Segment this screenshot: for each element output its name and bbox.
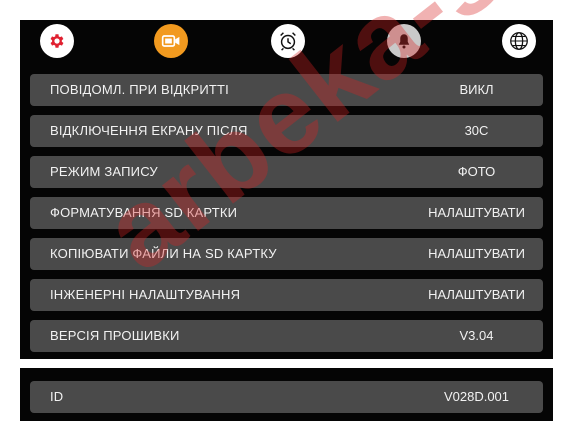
setting-row-record-mode[interactable]: РЕЖИМ ЗАПИСУ ФОТО: [30, 156, 543, 188]
settings-list: ПОВІДОМЛ. ПРИ ВІДКРИТТІ ВИКЛ ВІДКЛЮЧЕННЯ…: [30, 74, 543, 361]
setting-row-firmware-version: ВЕРСІЯ ПРОШИВКИ V3.04: [30, 320, 543, 352]
device-id-row: ID V028D.001: [30, 381, 543, 413]
tab-alarm[interactable]: [271, 24, 305, 58]
setting-value: V3.04: [459, 328, 494, 343]
device-id-label: ID: [50, 389, 64, 404]
tab-settings[interactable]: [40, 24, 74, 58]
setting-row-engineering[interactable]: ІНЖЕНЕРНІ НАЛАШТУВАННЯ НАЛАШТУВАТИ: [30, 279, 543, 311]
setting-label: ВІДКЛЮЧЕННЯ ЕКРАНУ ПІСЛЯ: [50, 123, 248, 138]
device-id-value: V028D.001: [443, 389, 510, 404]
setting-value: ВИКЛ: [459, 82, 494, 97]
setting-value: НАЛАШТУВАТИ: [428, 287, 525, 302]
tab-bell[interactable]: [387, 24, 421, 58]
settings-panel: ПОВІДОМЛ. ПРИ ВІДКРИТТІ ВИКЛ ВІДКЛЮЧЕННЯ…: [20, 20, 553, 359]
setting-value: НАЛАШТУВАТИ: [428, 246, 525, 261]
setting-label: ВЕРСІЯ ПРОШИВКИ: [50, 328, 180, 343]
globe-icon: [510, 32, 528, 50]
setting-label: ІНЖЕНЕРНІ НАЛАШТУВАННЯ: [50, 287, 241, 302]
setting-row-format-sd[interactable]: ФОРМАТУВАННЯ SD КАРТКИ НАЛАШТУВАТИ: [30, 197, 543, 229]
alarm-clock-icon: [280, 32, 296, 51]
setting-label: ФОРМАТУВАННЯ SD КАРТКИ: [50, 205, 238, 220]
setting-label: ПОВІДОМЛ. ПРИ ВІДКРИТТІ: [50, 82, 229, 97]
setting-row-open-notification[interactable]: ПОВІДОМЛ. ПРИ ВІДКРИТТІ ВИКЛ: [30, 74, 543, 106]
setting-label: КОПІЮВАТИ ФАЙЛИ НА SD КАРТКУ: [50, 246, 277, 261]
tab-bar: [20, 20, 553, 65]
setting-value: ФОТО: [457, 164, 496, 179]
tab-language[interactable]: [502, 24, 536, 58]
setting-label: РЕЖИМ ЗАПИСУ: [50, 164, 158, 179]
tab-video[interactable]: [154, 24, 188, 58]
video-camera-icon: [161, 35, 180, 47]
bell-icon: [398, 34, 410, 49]
device-id-panel: ID V028D.001: [20, 368, 553, 421]
setting-row-screen-off[interactable]: ВІДКЛЮЧЕННЯ ЕКРАНУ ПІСЛЯ 30С: [30, 115, 543, 147]
setting-row-copy-to-sd[interactable]: КОПІЮВАТИ ФАЙЛИ НА SD КАРТКУ НАЛАШТУВАТИ: [30, 238, 543, 270]
gear-icon: [50, 34, 64, 48]
setting-value: НАЛАШТУВАТИ: [428, 205, 525, 220]
setting-value: 30С: [464, 123, 489, 138]
